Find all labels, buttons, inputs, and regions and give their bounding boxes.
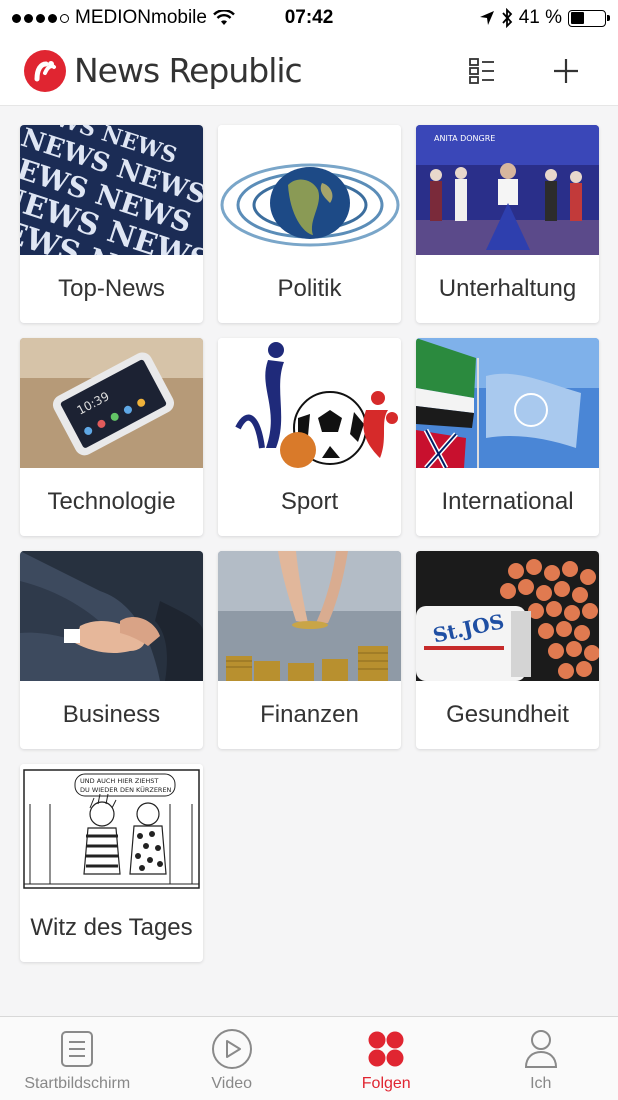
category-label: Politik <box>277 275 342 302</box>
status-bar: MEDIONmobile 07:42 41 % <box>0 0 618 36</box>
category-card-finanzen[interactable]: Finanzen <box>218 551 401 749</box>
app-header: News Republic <box>0 36 618 106</box>
follow-grid-icon <box>364 1027 408 1071</box>
comic-caption-line-2: DU WIEDER DEN KÜRZEREN <box>80 785 172 794</box>
tab-folgen[interactable]: Folgen <box>309 1017 464 1100</box>
category-card-international[interactable]: International <box>416 338 599 536</box>
play-icon <box>210 1027 254 1071</box>
category-label: Business <box>62 701 161 728</box>
tab-label: Ich <box>530 1075 552 1092</box>
add-button[interactable] <box>550 55 582 87</box>
list-view-button[interactable] <box>466 55 498 87</box>
category-grid: NEWS NEWS NEWS NEWS NEWS NEWS NEWS NEWS … <box>20 125 600 962</box>
signal-icon <box>12 13 69 23</box>
handshake-thumbnail <box>20 551 203 681</box>
location-arrow-icon <box>479 11 494 25</box>
document-icon <box>55 1027 99 1071</box>
tab-video[interactable]: Video <box>155 1017 310 1100</box>
coins-thumbnail <box>218 551 401 681</box>
category-card-sport[interactable]: Sport <box>218 338 401 536</box>
news-text-thumbnail: NEWS NEWS NEWS NEWS NEWS NEWS NEWS NEWS … <box>20 125 203 255</box>
tab-ich[interactable]: Ich <box>464 1017 618 1100</box>
category-label: International <box>441 488 574 515</box>
category-card-unterhaltung[interactable]: ANITA DONGRE Unterhaltung <box>416 125 599 323</box>
globe-water-thumbnail <box>218 125 401 255</box>
app-logo: News Republic <box>24 49 303 92</box>
flags-thumbnail <box>416 338 599 468</box>
category-card-business[interactable]: Business <box>20 551 203 749</box>
sports-figures-thumbnail <box>218 338 401 468</box>
category-card-gesundheit[interactable]: St.JOS Gesundheit <box>416 551 599 749</box>
category-card-politik[interactable]: Politik <box>218 125 401 323</box>
person-icon <box>519 1027 563 1071</box>
tab-label: Video <box>211 1075 253 1092</box>
bottom-tab-bar: Startbildschirm Video Folgen Ich <box>0 1016 618 1100</box>
clock: 07:42 <box>284 7 334 28</box>
comic-caption-line-1: UND AUCH HIER ZIEHST <box>80 777 158 785</box>
bluetooth-icon <box>502 8 512 28</box>
category-card-technologie[interactable]: 10:39 Technologie <box>20 338 203 536</box>
battery-icon <box>568 9 610 27</box>
category-card-top-news[interactable]: NEWS NEWS NEWS NEWS NEWS NEWS NEWS NEWS … <box>20 125 203 323</box>
wifi-icon <box>213 10 235 25</box>
category-label: Unterhaltung <box>438 275 577 302</box>
app-title: News Republic <box>74 51 303 90</box>
category-label: Top-News <box>58 275 165 302</box>
tab-label: Startbildschirm <box>24 1075 131 1092</box>
comic-strip-thumbnail: UND AUCH HIER ZIEHST DU WIEDER DEN KÜRZE… <box>20 764 203 894</box>
tab-startbildschirm[interactable]: Startbildschirm <box>0 1017 155 1100</box>
tab-label: Folgen <box>361 1075 411 1092</box>
list-view-icon <box>469 57 494 84</box>
category-label: Gesundheit <box>446 701 569 728</box>
category-card-witz-des-tages[interactable]: UND AUCH HIER ZIEHST DU WIEDER DEN KÜRZE… <box>20 764 203 962</box>
battery-percent: 41 % <box>518 7 562 28</box>
category-label: Finanzen <box>260 701 359 728</box>
news-republic-logo-icon <box>24 49 66 92</box>
smartphone-thumbnail: 10:39 <box>20 338 203 468</box>
svg-text:ANITA DONGRE: ANITA DONGRE <box>434 134 495 143</box>
category-label: Witz des Tages <box>30 914 193 941</box>
pills-thumbnail: St.JOS <box>416 551 599 681</box>
plus-icon <box>554 58 578 83</box>
category-label: Sport <box>280 488 339 515</box>
category-label: Technologie <box>47 488 176 515</box>
status-right: 41 % <box>479 7 610 29</box>
carrier-name: MEDIONmobile <box>75 7 207 28</box>
carrier-group: MEDIONmobile <box>12 7 235 29</box>
fashion-runway-thumbnail: ANITA DONGRE <box>416 125 599 255</box>
